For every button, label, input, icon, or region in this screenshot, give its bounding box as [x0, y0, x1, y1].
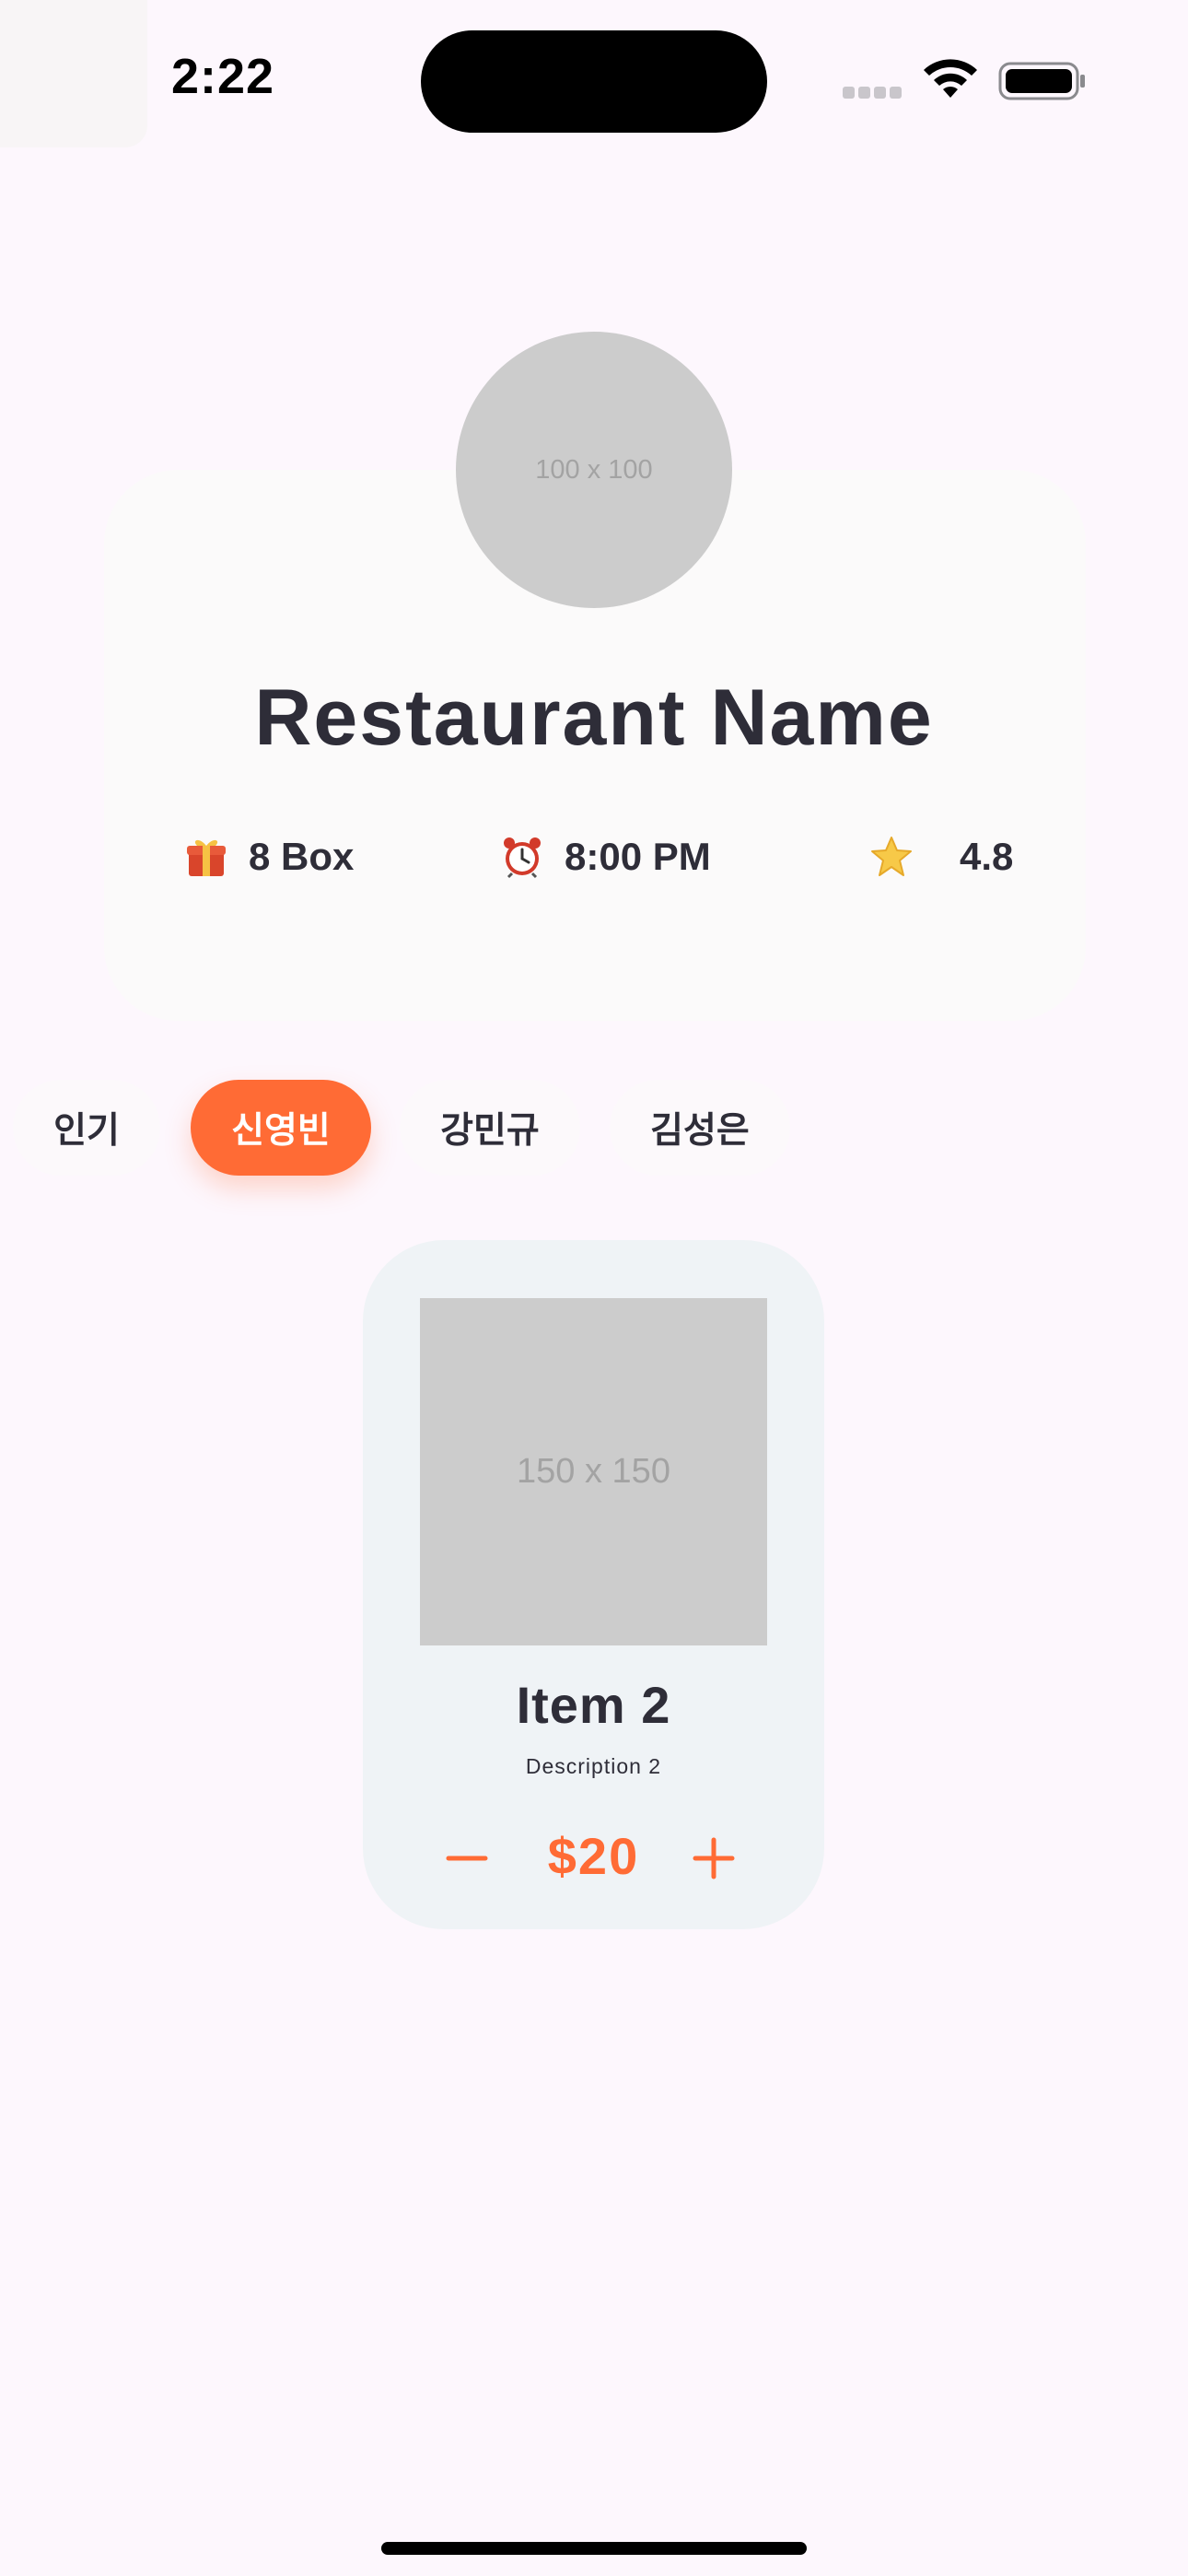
tab-category-active[interactable]: 신영빈	[191, 1080, 371, 1176]
avatar-placeholder-label: 100 x 100	[535, 454, 653, 485]
restaurant-avatar: 100 x 100	[456, 332, 732, 608]
restaurant-name: Restaurant Name	[254, 673, 934, 762]
menu-item-card[interactable]: 150 x 150 Item 2 Description 2 $20	[363, 1240, 824, 1929]
status-bar: 2:22	[0, 0, 1188, 157]
plus-button[interactable]	[693, 1837, 735, 1879]
star-icon	[871, 837, 912, 876]
quantity-controls: $20	[363, 1821, 824, 1894]
gift-icon	[187, 839, 226, 876]
rating-value: 4.8	[960, 835, 1014, 878]
home-indicator[interactable]	[381, 2542, 807, 2555]
tab-category-4[interactable]: 김성은	[610, 1080, 790, 1176]
minus-button[interactable]	[446, 1837, 488, 1879]
item-description: Description 2	[525, 1754, 662, 1778]
battery-icon	[998, 62, 1085, 100]
item-price: $20	[547, 1827, 640, 1885]
restaurant-screen: 2:22 100 x 100 Restaurant Name 8 Box 8:0…	[0, 0, 1188, 2576]
status-time: 2:22	[171, 49, 275, 104]
tab-popular[interactable]: 인기	[13, 1080, 160, 1176]
boxes-stat: 8 Box	[184, 835, 354, 879]
rating-stat: 4.8	[869, 835, 1013, 879]
closing-time-value: 8:00 PM	[565, 835, 711, 878]
cellular-signal-icon	[843, 87, 905, 100]
item-title: Item 2	[516, 1676, 671, 1734]
item-image: 150 x 150	[420, 1298, 767, 1645]
item-image-placeholder-label: 150 x 150	[517, 1452, 670, 1491]
alarm-clock-icon	[504, 837, 541, 879]
time-stat: 8:00 PM	[500, 835, 711, 879]
boxes-value: 8 Box	[249, 835, 355, 878]
tab-category-3[interactable]: 강민규	[400, 1080, 580, 1176]
dynamic-island	[421, 30, 767, 133]
status-corner	[0, 0, 147, 147]
wifi-icon	[924, 59, 977, 98]
